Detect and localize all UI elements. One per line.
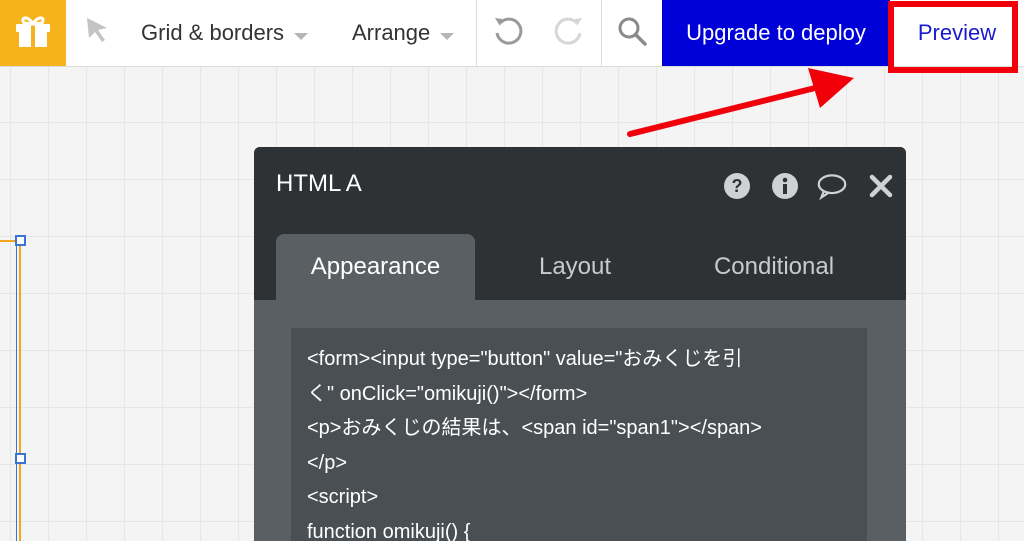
cursor-icon [83,15,113,50]
arrange-label: Arrange [352,20,431,45]
tab-appearance-label: Appearance [310,253,441,280]
arrange-menu[interactable]: Arrange [352,0,455,66]
upgrade-label: Upgrade to deploy [686,20,866,45]
undo-icon [491,14,525,53]
toolbar-divider [601,0,602,66]
redo-icon [552,14,586,53]
code-line: <script> [307,486,379,508]
preview-button[interactable]: Preview [890,0,1024,66]
gift-button[interactable] [0,0,66,66]
grid-borders-menu[interactable]: Grid & borders [141,0,309,66]
toolbar-divider [476,0,477,66]
info-icon[interactable] [770,171,800,201]
resize-handle-right[interactable] [15,453,26,464]
preview-label: Preview [917,20,997,45]
property-editor-panel: HTML A ? Appearance Layout Conditional <… [254,147,906,541]
svg-text:?: ? [732,176,743,196]
close-icon[interactable] [866,171,896,201]
code-line: </p> [307,451,348,474]
code-line: <p>おみくじの結果は、<span id="span1"></span> [307,417,762,439]
help-icon[interactable]: ? [722,171,752,201]
resize-handle-top-right[interactable] [15,235,26,246]
search-button[interactable] [611,12,653,54]
search-icon [616,15,648,52]
code-line: <form><input type="button" value="おみくじを引 [307,348,743,370]
tab-conditional[interactable]: Conditional [674,234,874,300]
chevron-down-icon [440,21,455,47]
select-tool-button[interactable] [80,14,116,50]
annotation-arrow-icon [627,68,854,137]
chevron-down-icon [294,21,309,47]
tab-appearance[interactable]: Appearance [276,234,475,300]
html-code-editor[interactable]: <form><input type="button" value="おみくじを引… [291,328,867,541]
editor-toolbar: Grid & borders Arrange Upgrade to deploy… [0,0,1024,67]
code-line: function omikuji() { [307,520,471,541]
tab-conditional-label: Conditional [713,253,835,280]
tab-layout[interactable]: Layout [484,234,666,300]
comment-icon[interactable] [817,171,847,201]
tab-layout-label: Layout [538,253,612,280]
undo-button[interactable] [487,12,529,54]
redo-button[interactable] [548,12,590,54]
panel-title: HTML A [276,170,362,197]
panel-header: HTML A ? [254,147,906,221]
panel-tabs: Appearance Layout Conditional [254,221,906,300]
selected-html-element[interactable] [0,240,21,541]
upgrade-to-deploy-button[interactable]: Upgrade to deploy [662,0,890,66]
code-line: く" onClick="omikuji()"></form> [307,382,588,405]
grid-borders-label: Grid & borders [141,20,285,45]
gift-icon [14,13,52,54]
